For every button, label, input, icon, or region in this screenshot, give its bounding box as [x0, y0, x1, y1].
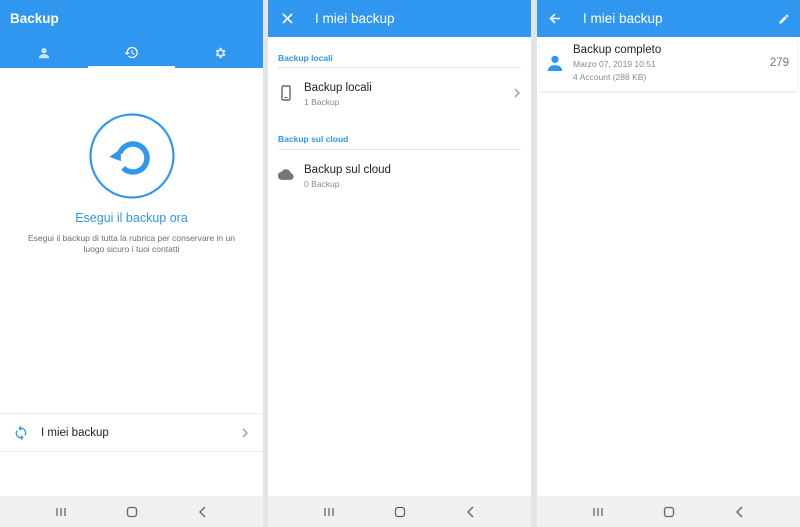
cloud-backups-count: 0 Backup	[304, 179, 340, 189]
cloud-backups-row[interactable]: Backup sul cloud 0 Backup	[268, 150, 531, 200]
backup-detail-screen: I miei backup Backup completo Marzo 07, …	[537, 0, 800, 527]
cloud-icon	[278, 169, 294, 180]
page-title: Backup	[10, 11, 59, 26]
back-arrow-button[interactable]	[541, 0, 569, 37]
backup-accounts: 4 Account (288 KB)	[573, 72, 647, 82]
local-backups-title: Backup locali	[304, 82, 372, 94]
sync-icon	[15, 425, 27, 441]
app-bar: Backup	[0, 0, 263, 37]
person-icon	[547, 55, 563, 71]
cloud-backups-title: Backup sul cloud	[304, 164, 391, 176]
app-bar: I miei backup	[268, 0, 531, 37]
backup-now-button[interactable]	[89, 113, 175, 199]
backup-now-title[interactable]: Esegui il backup ora	[0, 211, 263, 225]
local-section-header: Backup locali	[278, 53, 333, 63]
contacts-icon	[38, 47, 49, 58]
chevron-right-icon	[514, 88, 520, 98]
home-icon	[663, 506, 674, 517]
backup-icon	[109, 141, 150, 175]
home-button[interactable]	[657, 500, 681, 524]
system-nav-bar	[537, 496, 800, 527]
tab-history[interactable]	[88, 37, 175, 68]
home-icon	[394, 506, 405, 517]
back-icon	[198, 506, 205, 517]
cloud-section-header: Backup sul cloud	[278, 134, 349, 144]
backup-now-description: Esegui il backup di tutta la rubrica per…	[28, 233, 235, 254]
home-button[interactable]	[120, 500, 144, 524]
page-title: I miei backup	[583, 11, 663, 26]
backup-contact-count: 279	[769, 57, 789, 69]
backup-title: Backup completo	[573, 44, 662, 56]
settings-icon	[215, 47, 226, 58]
history-icon	[124, 46, 138, 59]
tab-contacts[interactable]	[0, 37, 87, 68]
back-button[interactable]	[191, 500, 215, 524]
recents-button[interactable]	[586, 500, 610, 524]
my-backups-row[interactable]: I miei backup	[0, 413, 263, 452]
pencil-icon	[779, 13, 789, 23]
system-nav-bar	[268, 496, 531, 527]
home-icon	[126, 506, 137, 517]
backup-card[interactable]: Backup completo Marzo 07, 2019 10:51 4 A…	[540, 37, 797, 91]
local-backups-count: 1 Backup	[304, 97, 340, 107]
recents-button[interactable]	[49, 500, 73, 524]
recents-button[interactable]	[317, 500, 341, 524]
chevron-right-icon	[242, 428, 248, 438]
my-backups-list-screen: I miei backup Backup locali Backup local…	[268, 0, 531, 527]
phone-icon	[281, 85, 291, 101]
arrow-back-icon	[549, 13, 560, 24]
page-title: I miei backup	[315, 11, 395, 26]
recents-icon	[323, 507, 334, 516]
edit-button[interactable]	[770, 0, 798, 37]
tab-settings[interactable]	[176, 37, 263, 68]
back-button[interactable]	[459, 500, 483, 524]
close-button[interactable]	[273, 0, 301, 37]
back-button[interactable]	[728, 500, 752, 524]
recents-icon	[592, 507, 603, 516]
back-icon	[466, 506, 473, 517]
tab-bar	[0, 37, 263, 68]
local-backups-row[interactable]: Backup locali 1 Backup	[268, 68, 531, 118]
close-icon	[281, 13, 293, 24]
system-nav-bar	[0, 496, 263, 527]
backup-screen: Backup Esegui il backup ora Esegui il ba…	[0, 0, 263, 527]
back-icon	[735, 506, 742, 517]
app-bar: I miei backup	[537, 0, 800, 37]
recents-icon	[55, 507, 66, 516]
home-button[interactable]	[388, 500, 412, 524]
my-backups-label: I miei backup	[41, 427, 109, 439]
backup-date: Marzo 07, 2019 10:51	[573, 59, 656, 69]
